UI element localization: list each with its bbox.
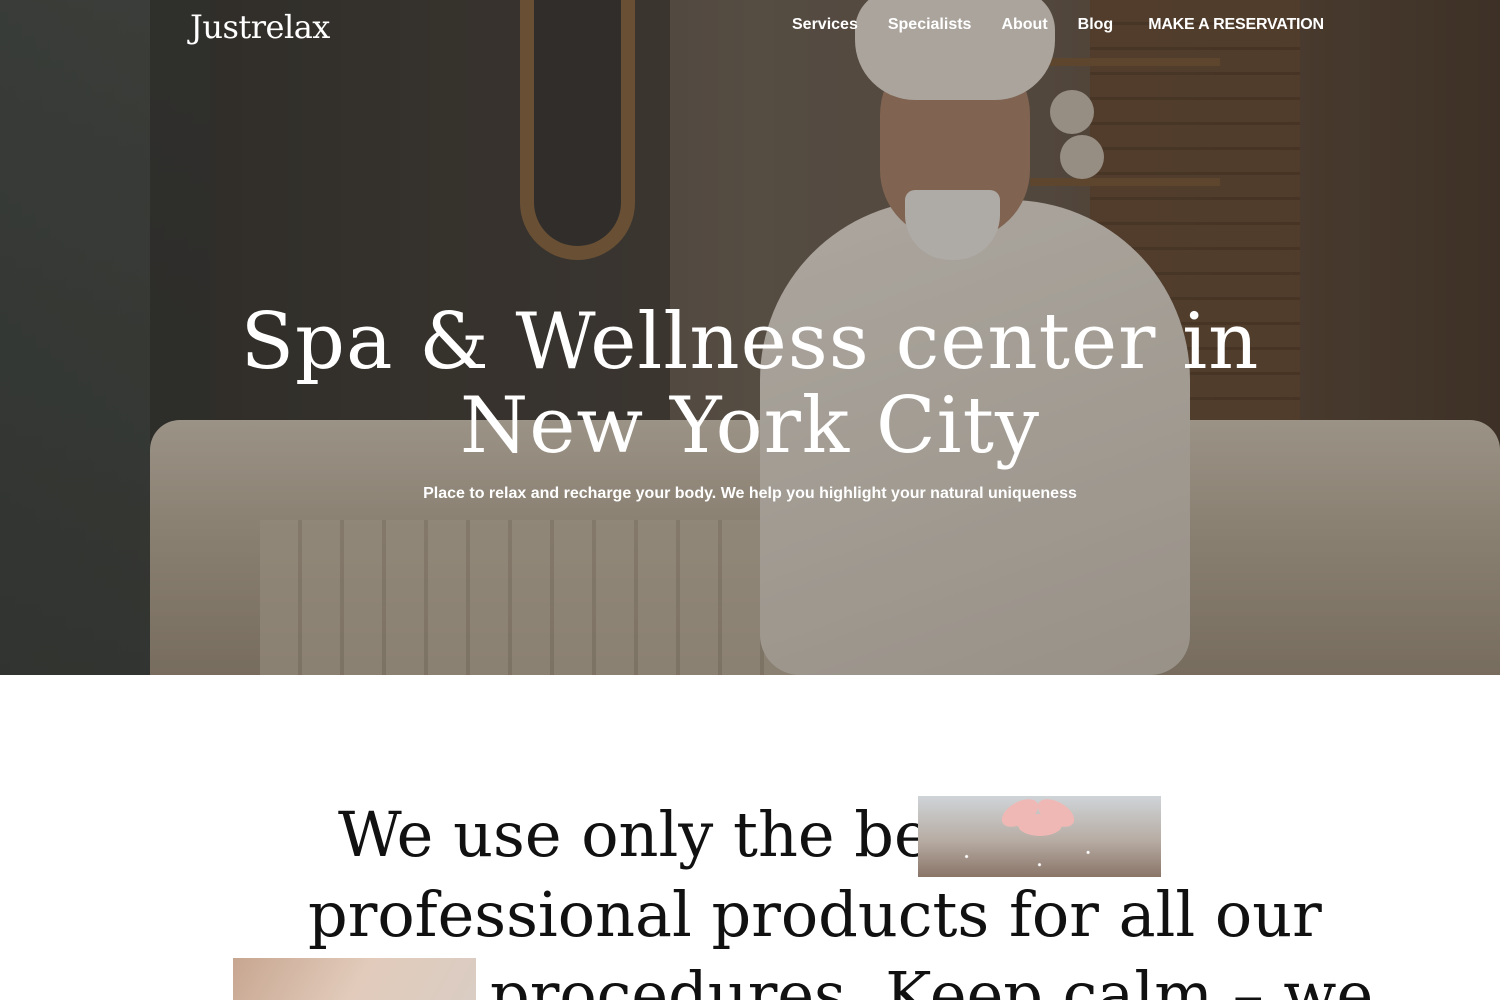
lily-sparkles bbox=[918, 836, 1161, 877]
statement-line2: professional products for all our bbox=[308, 878, 1322, 951]
nav-specialists[interactable]: Specialists bbox=[888, 16, 972, 34]
nav-about[interactable]: About bbox=[1001, 16, 1047, 34]
hero-title: Spa & Wellness center in New York City bbox=[150, 300, 1350, 468]
statement-line3: procedures. Keep calm – we bbox=[490, 958, 1374, 1000]
hero-title-line1: Spa & Wellness center in bbox=[240, 297, 1260, 387]
lily-petal bbox=[1018, 814, 1062, 836]
lily-spa-image bbox=[918, 796, 1161, 877]
hero-title-line2: New York City bbox=[459, 381, 1041, 471]
nav-services[interactable]: Services bbox=[792, 16, 858, 34]
hero-subtitle: Place to relax and recharge your body. W… bbox=[423, 485, 1077, 502]
massage-image bbox=[233, 958, 476, 1000]
site-logo[interactable]: Justrelax bbox=[190, 8, 330, 46]
statement-line1: We use only the best bbox=[338, 798, 988, 871]
hero-section: Justrelax Services Specialists About Blo… bbox=[0, 0, 1500, 675]
nav-blog[interactable]: Blog bbox=[1078, 16, 1114, 34]
main-nav: Services Specialists About Blog MAKE A R… bbox=[792, 16, 1324, 34]
make-reservation-button[interactable]: MAKE A RESERVATION bbox=[1148, 16, 1324, 34]
